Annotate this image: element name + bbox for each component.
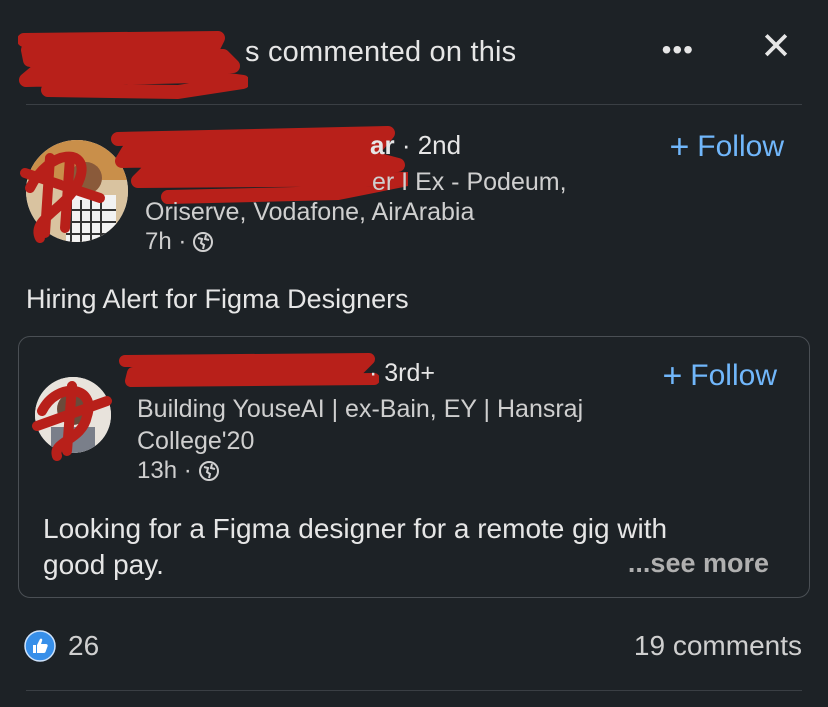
close-icon[interactable]: ✕ [760,28,792,66]
shared-post-card[interactable]: · 3rd+ Building YouseAI | ex-Bain, EY | … [18,336,810,598]
author-name[interactable]: ar [370,130,395,160]
redaction-scribble [20,151,105,243]
connection-degree: · 2nd [401,130,462,160]
shared-author-headline-1: Building YouseAI | ex-Bain, EY | Hansraj [137,395,584,423]
shared-post-time: 13h · [137,457,220,485]
author-name-line: ar · 2nd [370,130,461,161]
shared-post-body-1: Looking for a Figma designer for a remot… [43,513,668,544]
header-title-text: s commented on this [245,36,517,68]
post-time-text: 7h · [145,228,187,255]
shared-post-body-2: good pay. [43,549,164,580]
shared-author-degree: · 3rd+ [369,359,436,387]
like-reaction-icon[interactable] [24,630,56,662]
redaction-scribble [18,31,248,99]
author-headline-2: Oriserve, Vodafone, AirArabia [145,198,475,226]
author-headline-1: er I Ex - Podeum, [372,168,567,196]
redaction-scribble [119,353,379,387]
shared-author-headline-2: College'20 [137,427,255,455]
comment-notification-screen: s commented on this ••• ✕ ar · 2nd er I … [0,0,828,707]
more-horizontal-icon[interactable]: ••• [662,34,694,66]
globe-icon [198,461,219,481]
globe-icon [193,232,214,252]
follow-button[interactable]: + Follow [662,357,777,396]
divider [26,690,802,691]
like-count[interactable]: 26 [68,630,99,662]
follow-label: Follow [690,359,777,392]
post-time: 7h · [145,228,214,256]
shared-post-time-text: 13h · [137,457,192,484]
divider [26,104,802,105]
see-more-link[interactable]: ...see more [628,548,769,579]
redaction-scribble [32,381,112,461]
follow-label: Follow [697,130,784,163]
post-body: Hiring Alert for Figma Designers [26,284,409,314]
redaction-scribble [111,126,408,204]
comments-count[interactable]: 19 comments [634,630,802,662]
plus-icon: + [662,357,683,395]
follow-button[interactable]: + Follow [669,128,784,167]
plus-icon: + [669,128,690,166]
